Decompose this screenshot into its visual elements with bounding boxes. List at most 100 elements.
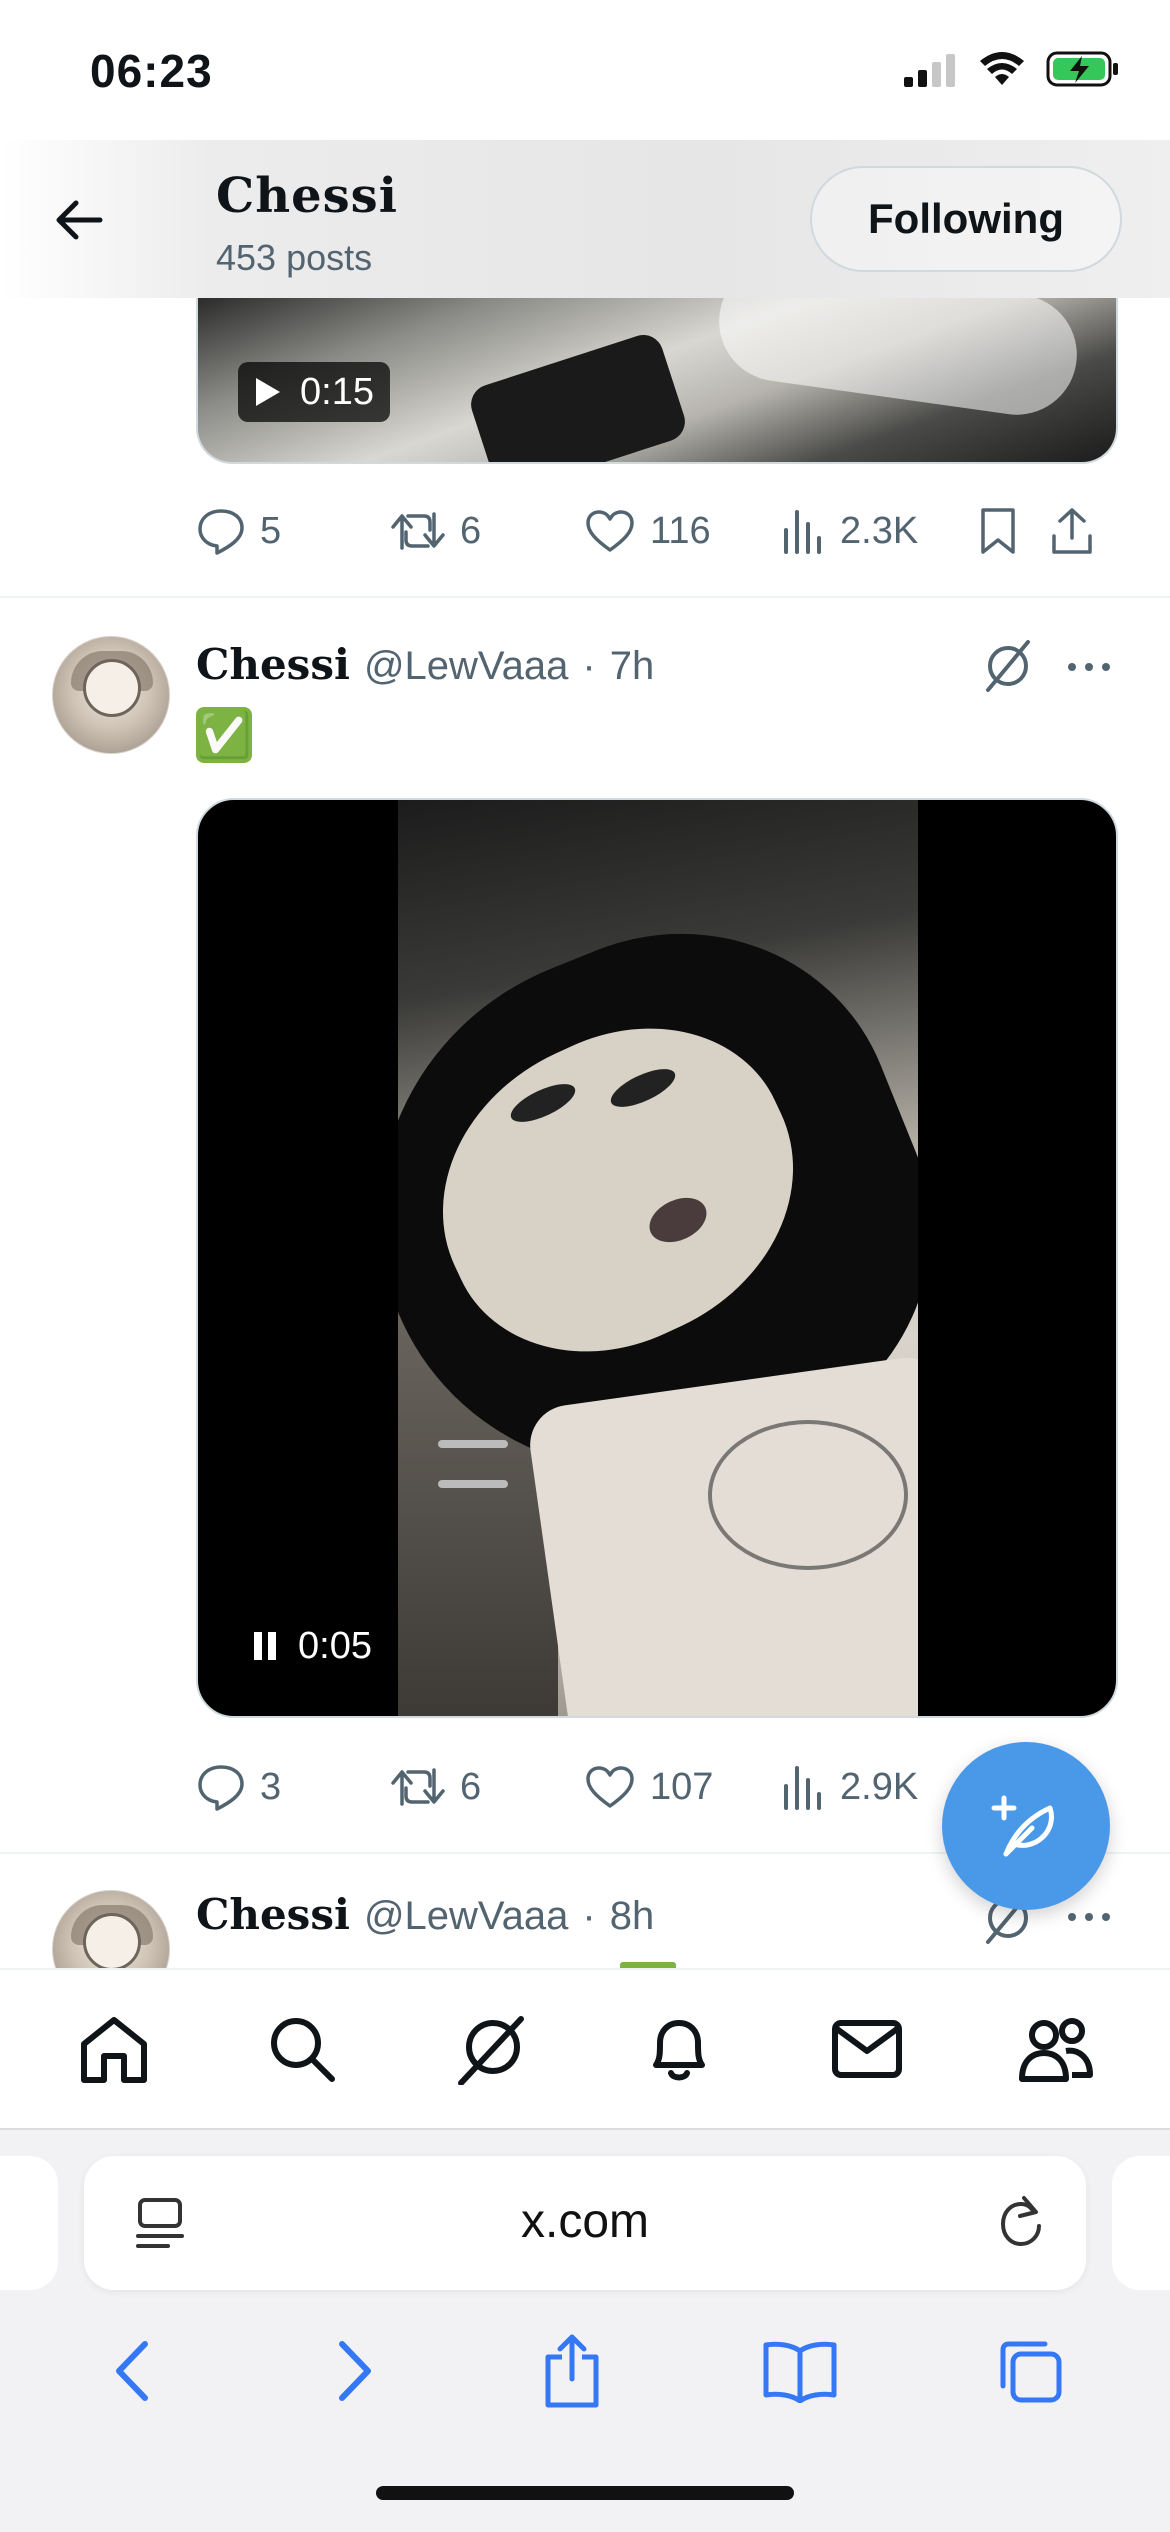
following-button[interactable]: Following — [810, 166, 1122, 272]
views-chart-icon — [784, 1766, 821, 1810]
views-count: 2.9K — [840, 1765, 919, 1808]
next-tab-edge[interactable] — [1112, 2156, 1170, 2290]
bell-icon — [653, 2020, 706, 2081]
battery-icon — [1046, 51, 1118, 87]
video-scene-shape — [438, 1480, 508, 1488]
reload-icon[interactable] — [994, 2194, 1048, 2250]
status-time: 06:23 — [90, 45, 213, 97]
tweet-time[interactable]: 7h — [610, 644, 655, 689]
previous-tweet-video[interactable]: 0:15 — [196, 298, 1118, 464]
like-count: 116 — [650, 509, 711, 552]
video-scene-shape — [438, 1440, 508, 1448]
bottom-nav — [0, 1968, 1170, 2128]
home-icon — [81, 2017, 148, 2083]
like-button[interactable]: 107 — [584, 1764, 782, 1810]
wifi-icon — [980, 52, 1024, 85]
video-frame — [398, 800, 918, 1716]
like-button[interactable]: 116 — [584, 508, 782, 554]
home-indicator[interactable] — [376, 2486, 794, 2500]
nav-messages[interactable] — [817, 1999, 917, 2099]
views-count: 2.3K — [840, 509, 919, 552]
nav-communities[interactable] — [1006, 1999, 1106, 2099]
bookmark-icon — [981, 508, 1015, 554]
tweet-video[interactable]: 0:05 — [196, 798, 1118, 1718]
avatar[interactable] — [52, 636, 170, 754]
bookmark-button[interactable] — [978, 506, 1048, 556]
reply-icon — [198, 509, 244, 555]
grok-icon[interactable] — [980, 638, 1036, 694]
video-duration-badge: 0:05 — [234, 1616, 388, 1676]
reply-button[interactable]: 5 — [196, 507, 390, 555]
compose-post-button[interactable] — [942, 1742, 1110, 1910]
repost-button[interactable]: 6 — [390, 1764, 584, 1810]
grok-icon — [457, 2016, 524, 2085]
video-duration: 0:15 — [300, 370, 374, 413]
pause-icon[interactable] — [250, 1629, 280, 1663]
url-text[interactable]: x.com — [84, 2194, 1086, 2249]
heart-icon — [586, 510, 634, 552]
profile-name: Chessi — [216, 168, 398, 224]
avatar-face-shape — [83, 659, 141, 717]
tweet-time[interactable]: 8h — [610, 1894, 655, 1939]
feather-plus-icon — [991, 1795, 1054, 1857]
posts-count: 453 posts — [216, 237, 373, 278]
tweet-actions: 5 6 116 2.3K — [196, 496, 1118, 566]
play-icon — [256, 378, 280, 406]
tweet-handle[interactable]: @LewVaaa — [364, 1894, 568, 1939]
nav-notifications[interactable] — [629, 1999, 729, 2099]
tweet-display-name[interactable]: Chessi — [196, 640, 350, 689]
reply-button[interactable]: 3 — [196, 1763, 390, 1811]
browser-controls — [0, 2316, 1170, 2426]
share-icon — [1052, 508, 1092, 554]
video-scene-shape — [708, 1420, 908, 1570]
status-bar: 06:23 — [0, 0, 1170, 140]
more-options-icon[interactable] — [1064, 642, 1114, 692]
nav-home[interactable] — [64, 1999, 164, 2099]
communities-icon — [1018, 2018, 1093, 2082]
reply-icon — [198, 1765, 244, 1811]
repost-count: 6 — [460, 1765, 482, 1808]
repost-icon — [391, 512, 445, 550]
chevron-left-icon[interactable] — [105, 2336, 165, 2406]
bookmarks-icon[interactable] — [762, 2339, 838, 2403]
video-thumbnail-shape — [711, 298, 1085, 423]
tweet-header: Chessi @LewVaaa · 7h — [196, 640, 654, 689]
views-chart-icon — [784, 510, 821, 554]
back-button[interactable] — [50, 195, 110, 245]
avatar-face-shape — [83, 1913, 141, 1968]
tweet-handle[interactable]: @LewVaaa — [364, 644, 568, 689]
repost-icon — [391, 1768, 445, 1806]
tweet-separator: · — [582, 1894, 596, 1938]
share-icon[interactable] — [540, 2333, 604, 2409]
like-count: 107 — [650, 1765, 714, 1808]
nav-grok[interactable] — [441, 1999, 541, 2099]
tweet-display-name[interactable]: Chessi — [196, 1890, 350, 1939]
arrow-left-icon — [56, 200, 103, 240]
repost-count: 6 — [460, 509, 482, 552]
tweet-separator: · — [582, 644, 596, 688]
video-duration: 0:05 — [298, 1624, 372, 1667]
avatar[interactable] — [52, 1890, 170, 1968]
repost-button[interactable]: 6 — [390, 508, 584, 554]
status-icons — [902, 50, 1120, 88]
tabs-icon[interactable] — [995, 2336, 1065, 2406]
tweet-header: Chessi @LewVaaa · 8h — [196, 1890, 654, 1939]
video-duration-badge: 0:15 — [238, 362, 390, 422]
more-options-icon[interactable] — [1064, 1892, 1114, 1942]
reply-count: 3 — [260, 1765, 282, 1808]
cellular-signal-icon — [904, 54, 955, 87]
nav-search[interactable] — [252, 1999, 352, 2099]
share-button[interactable] — [1048, 506, 1108, 556]
chevron-right-icon[interactable] — [322, 2336, 382, 2406]
tweet-text: ✅ — [196, 707, 252, 763]
divider — [0, 596, 1170, 598]
reply-count: 5 — [260, 509, 282, 552]
video-thumbnail-shape — [465, 329, 691, 462]
address-bar[interactable]: x.com — [84, 2156, 1086, 2290]
browser-toolbar: x.com — [0, 2128, 1170, 2532]
profile-header: Chessi 453 posts Following — [0, 140, 1170, 298]
views-button[interactable]: 2.3K — [782, 508, 978, 554]
heart-icon — [586, 1766, 634, 1808]
previous-tab-edge[interactable] — [0, 2156, 58, 2290]
envelope-icon — [832, 2020, 903, 2078]
